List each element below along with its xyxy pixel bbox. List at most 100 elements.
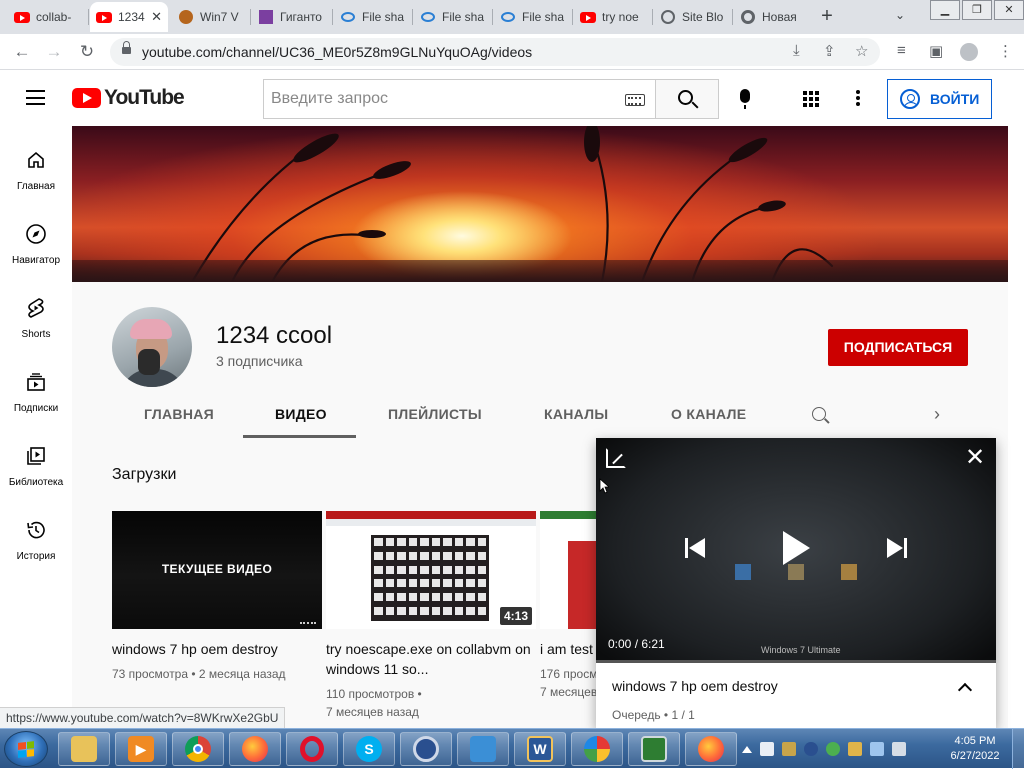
word-tray-icon[interactable] bbox=[782, 742, 796, 756]
chevron-right-icon[interactable]: › bbox=[934, 404, 940, 425]
picasa-icon[interactable] bbox=[571, 732, 623, 766]
browser-tab[interactable]: Гиганто bbox=[252, 2, 330, 32]
word-icon[interactable]: W bbox=[514, 732, 566, 766]
video-card[interactable]: ТЕКУЩЕЕ ВИДЕО windows 7 hp oem destroy 7… bbox=[112, 511, 322, 683]
guide-item-home[interactable]: Главная bbox=[0, 148, 72, 192]
restore-button[interactable]: ❐ bbox=[962, 0, 992, 20]
keyboard-icon[interactable] bbox=[625, 94, 645, 106]
control-panel-icon[interactable] bbox=[457, 732, 509, 766]
search-button[interactable] bbox=[655, 79, 719, 119]
browser-tab[interactable]: File sha bbox=[334, 2, 410, 32]
hamburger-menu-icon[interactable] bbox=[26, 90, 45, 105]
home-icon bbox=[24, 148, 48, 172]
avatar-icon bbox=[178, 9, 194, 25]
subscribe-button[interactable]: ПОДПИСАТЬСЯ bbox=[828, 329, 968, 366]
expand-icon[interactable] bbox=[606, 448, 626, 468]
forward-arrow-icon[interactable]: → bbox=[44, 42, 64, 62]
guide-item-history[interactable]: История bbox=[0, 518, 72, 562]
video-title[interactable]: windows 7 hp oem destroy bbox=[112, 639, 322, 659]
action-center-flag-icon[interactable] bbox=[760, 742, 774, 756]
tab-search-chevron-icon[interactable]: ⌄ bbox=[895, 8, 905, 22]
browser-tab-active[interactable]: 1234 ✕ bbox=[90, 2, 168, 32]
video-thumbnail[interactable]: 4:13 bbox=[326, 511, 536, 629]
reed-silhouettes bbox=[190, 126, 834, 282]
tab-channels[interactable]: КАНАЛЫ bbox=[544, 406, 608, 422]
apps-grid-icon[interactable] bbox=[803, 91, 819, 107]
tab-videos[interactable]: ВИДЕО bbox=[275, 406, 327, 422]
file-explorer-icon[interactable] bbox=[58, 732, 110, 766]
channel-search-icon[interactable] bbox=[812, 407, 826, 421]
shorts-icon bbox=[24, 296, 48, 320]
tab-about[interactable]: О КАНАЛЕ bbox=[671, 406, 746, 422]
browser-menu-icon[interactable]: ⋮ bbox=[998, 42, 1013, 60]
browser-tab[interactable]: Новая bbox=[734, 2, 810, 32]
start-button[interactable] bbox=[4, 731, 48, 767]
guide-item-subscriptions[interactable]: Подписки bbox=[0, 370, 72, 414]
microphone-icon[interactable] bbox=[740, 89, 750, 109]
volume-icon[interactable] bbox=[892, 742, 906, 756]
firefox-icon[interactable] bbox=[229, 732, 281, 766]
channel-avatar[interactable] bbox=[112, 307, 192, 387]
skype-icon[interactable]: S bbox=[343, 732, 395, 766]
guide-item-explore[interactable]: Навигатор bbox=[0, 222, 72, 266]
guide-item-shorts[interactable]: Shorts bbox=[0, 296, 72, 340]
windows-logo-icon bbox=[18, 741, 34, 758]
video-duration: 4:13 bbox=[499, 607, 532, 625]
show-hidden-icons-icon[interactable] bbox=[742, 745, 752, 753]
share-icon[interactable]: ⇪ bbox=[823, 42, 836, 60]
bookmark-star-icon[interactable]: ☆ bbox=[855, 42, 868, 60]
video-meta: 110 просмотров • 7 месяцев назад bbox=[326, 687, 422, 719]
tab-title: try noe bbox=[602, 10, 639, 24]
browser-tab[interactable]: collab- bbox=[8, 2, 86, 32]
windows-taskbar: ▶ S W 4:05 PM 6/27/2022 bbox=[0, 728, 1024, 769]
browser-tab[interactable]: Win7 V bbox=[172, 2, 248, 32]
tab-title: Win7 V bbox=[200, 10, 239, 24]
firefox-icon[interactable] bbox=[685, 732, 737, 766]
address-bar[interactable]: youtube.com/channel/UC36_ME0r5Z8m9GLNuYq… bbox=[110, 38, 880, 66]
chrome-icon[interactable] bbox=[172, 732, 224, 766]
reload-icon[interactable]: ↻ bbox=[77, 42, 97, 62]
minimize-button[interactable]: ▁ bbox=[930, 0, 960, 20]
browser-tab[interactable]: Site Blo bbox=[654, 2, 730, 32]
tab-playlists[interactable]: ПЛЕЙЛИСТЫ bbox=[388, 406, 482, 422]
browser-tab[interactable]: File sha bbox=[494, 2, 570, 32]
miniplayer-video[interactable]: ✕ 0:00 / 6:21 Windows 7 Ultimate bbox=[596, 438, 996, 663]
youtube-logo[interactable]: YouTube bbox=[72, 86, 185, 110]
back-arrow-icon[interactable]: ← bbox=[12, 42, 32, 62]
side-panel-icon[interactable]: ▣ bbox=[929, 42, 943, 60]
qr-icon bbox=[258, 9, 274, 25]
new-tab-button[interactable]: + bbox=[816, 6, 838, 28]
usb-icon[interactable] bbox=[848, 742, 862, 756]
browser-tab[interactable]: File sha bbox=[414, 2, 490, 32]
video-thumbnail[interactable]: ТЕКУЩЕЕ ВИДЕО bbox=[112, 511, 322, 629]
video-title[interactable]: try noescape.exe on collabvm on windows … bbox=[326, 639, 536, 679]
video-card[interactable]: 4:13 try noescape.exe on collabvm on win… bbox=[326, 511, 536, 721]
next-icon[interactable] bbox=[881, 533, 911, 563]
media-player-icon[interactable]: ▶ bbox=[115, 732, 167, 766]
previous-icon[interactable] bbox=[681, 533, 711, 563]
close-icon[interactable]: ✕ bbox=[965, 446, 985, 470]
quicktime-tray-icon[interactable] bbox=[804, 742, 818, 756]
close-tab-icon[interactable]: ✕ bbox=[151, 9, 162, 25]
settings-more-icon[interactable] bbox=[856, 90, 860, 108]
play-icon[interactable] bbox=[783, 531, 810, 565]
chevron-up-icon[interactable] bbox=[957, 682, 973, 698]
video-meta: 73 просмотра • 2 месяца назад bbox=[112, 667, 286, 681]
network-icon[interactable] bbox=[870, 742, 884, 756]
search-input[interactable] bbox=[264, 80, 604, 118]
media-controls-icon[interactable]: ≡ bbox=[897, 42, 906, 59]
task-manager-icon[interactable] bbox=[628, 732, 680, 766]
show-desktop-button[interactable] bbox=[1012, 729, 1024, 769]
browser-tab[interactable]: try noe bbox=[574, 2, 650, 32]
close-window-button[interactable]: ✕ bbox=[994, 0, 1024, 20]
opera-icon[interactable] bbox=[286, 732, 338, 766]
sign-in-button[interactable]: ВОЙТИ bbox=[887, 79, 992, 119]
shield-icon[interactable] bbox=[826, 742, 840, 756]
quicktime-icon[interactable] bbox=[400, 732, 452, 766]
taskbar-clock[interactable]: 4:05 PM 6/27/2022 bbox=[944, 734, 1006, 764]
profile-avatar-icon[interactable] bbox=[960, 43, 978, 61]
tab-home[interactable]: ГЛАВНАЯ bbox=[144, 406, 214, 422]
miniplayer-title[interactable]: windows 7 hp oem destroy bbox=[612, 678, 778, 694]
install-app-icon[interactable]: ⤓ bbox=[793, 42, 800, 59]
guide-item-library[interactable]: Библиотека bbox=[0, 444, 72, 488]
